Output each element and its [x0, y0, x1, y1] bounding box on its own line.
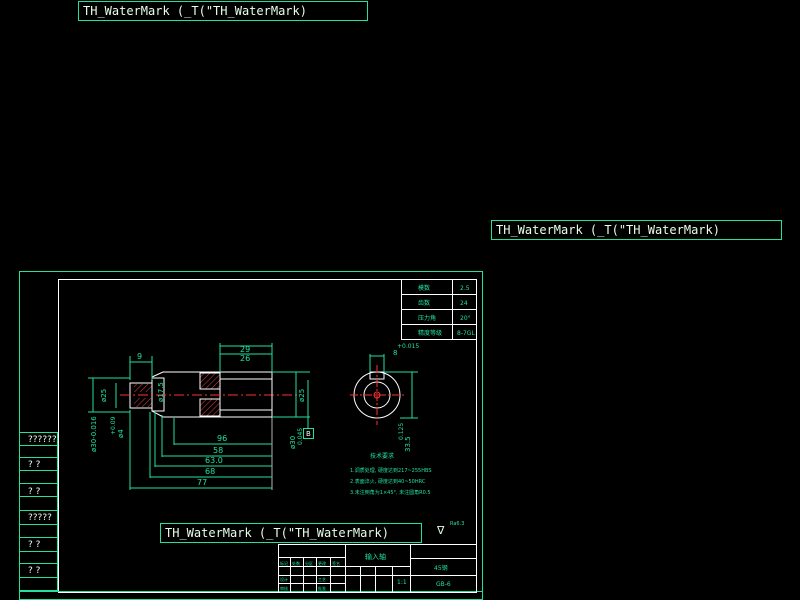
- tb-cell-4: 更改: [318, 560, 326, 566]
- tech-req-item-2: 2.表面淬火, 硬度达到40~50HRC: [350, 478, 426, 485]
- dim-tol-30: 0.045: [297, 428, 304, 445]
- strip-label-6: ? ?: [28, 566, 41, 576]
- scale: 1:1: [397, 579, 407, 586]
- dim-96: 96: [217, 434, 227, 443]
- dim-dia-30: ø30: [289, 436, 297, 449]
- strip-label-5: ? ?: [28, 540, 41, 550]
- param-name-3: 压力角: [418, 314, 436, 322]
- sheet-border: [19, 271, 483, 600]
- dim-dia-25-left: ø25: [100, 389, 108, 402]
- param-value-1: 2.5: [460, 285, 470, 292]
- tb-cell-3: 分区: [305, 560, 313, 566]
- tb-cell-7: 审核: [280, 585, 288, 591]
- tech-req-item-1: 1.调质处理, 硬度达到217~255HBS: [350, 467, 432, 474]
- part-name: 输入轴: [365, 552, 386, 561]
- surface-finish-note: Ra6.3: [450, 521, 464, 527]
- dim-dia-4: ø4: [117, 429, 125, 438]
- param-name-2: 齿数: [418, 299, 430, 307]
- surface-finish-icon: ∇: [436, 524, 445, 537]
- datum-label: B: [306, 430, 311, 438]
- tb-cell-2: 处数: [292, 560, 300, 566]
- section-view: [350, 365, 405, 425]
- dim-63: 63.0: [205, 456, 223, 465]
- param-name-1: 模数: [418, 284, 430, 292]
- dim-26: 26: [240, 354, 250, 363]
- dim-dia-30-k6: ø30-0.016: [90, 416, 98, 452]
- param-value-4: 8-7GL: [457, 330, 475, 337]
- tb-cell-5: 签名: [332, 560, 340, 566]
- strip-label-1: ??????: [28, 435, 57, 445]
- tech-req-title: 技术要求: [370, 452, 394, 460]
- key-width: 8: [393, 349, 397, 357]
- dim-77: 77: [197, 478, 207, 487]
- dim-29: 29: [240, 345, 250, 354]
- cad-drawing: ?????? ? ? ? ? ????? ? ? ? ? 模数 2.5 齿数 2…: [19, 271, 483, 600]
- dim-58: 58: [213, 446, 223, 455]
- tb-cell-9: 批准: [318, 585, 326, 591]
- drawing-number: GB-6: [436, 581, 451, 588]
- material: 45钢: [434, 564, 448, 572]
- tb-cell-6: 设计: [280, 576, 288, 582]
- strip-label-2: ? ?: [28, 460, 41, 470]
- param-value-3: 20°: [460, 315, 471, 322]
- dim-dia-17: ø17.5: [157, 382, 165, 402]
- dim-dia-25-right: ø25: [298, 389, 306, 402]
- dim-9: 9: [137, 352, 142, 361]
- tb-cell-1: 标记: [280, 560, 288, 566]
- param-value-2: 24: [460, 300, 468, 307]
- dim-tol-4: +0.09: [110, 416, 117, 435]
- dim-68: 68: [205, 467, 215, 476]
- strip-label-4: ?????: [28, 513, 52, 523]
- tech-req-item-3: 3.未注倒角为1×45°, 未注圆角R0.5: [350, 489, 431, 496]
- key-depth: 33.5: [404, 436, 412, 452]
- key-depth-tol: 0.125: [398, 423, 405, 440]
- key-tol: +0.015: [397, 343, 419, 350]
- param-name-4: 精度等级: [418, 329, 442, 337]
- strip-label-3: ? ?: [28, 487, 41, 497]
- tb-cell-8: 工艺: [318, 577, 326, 582]
